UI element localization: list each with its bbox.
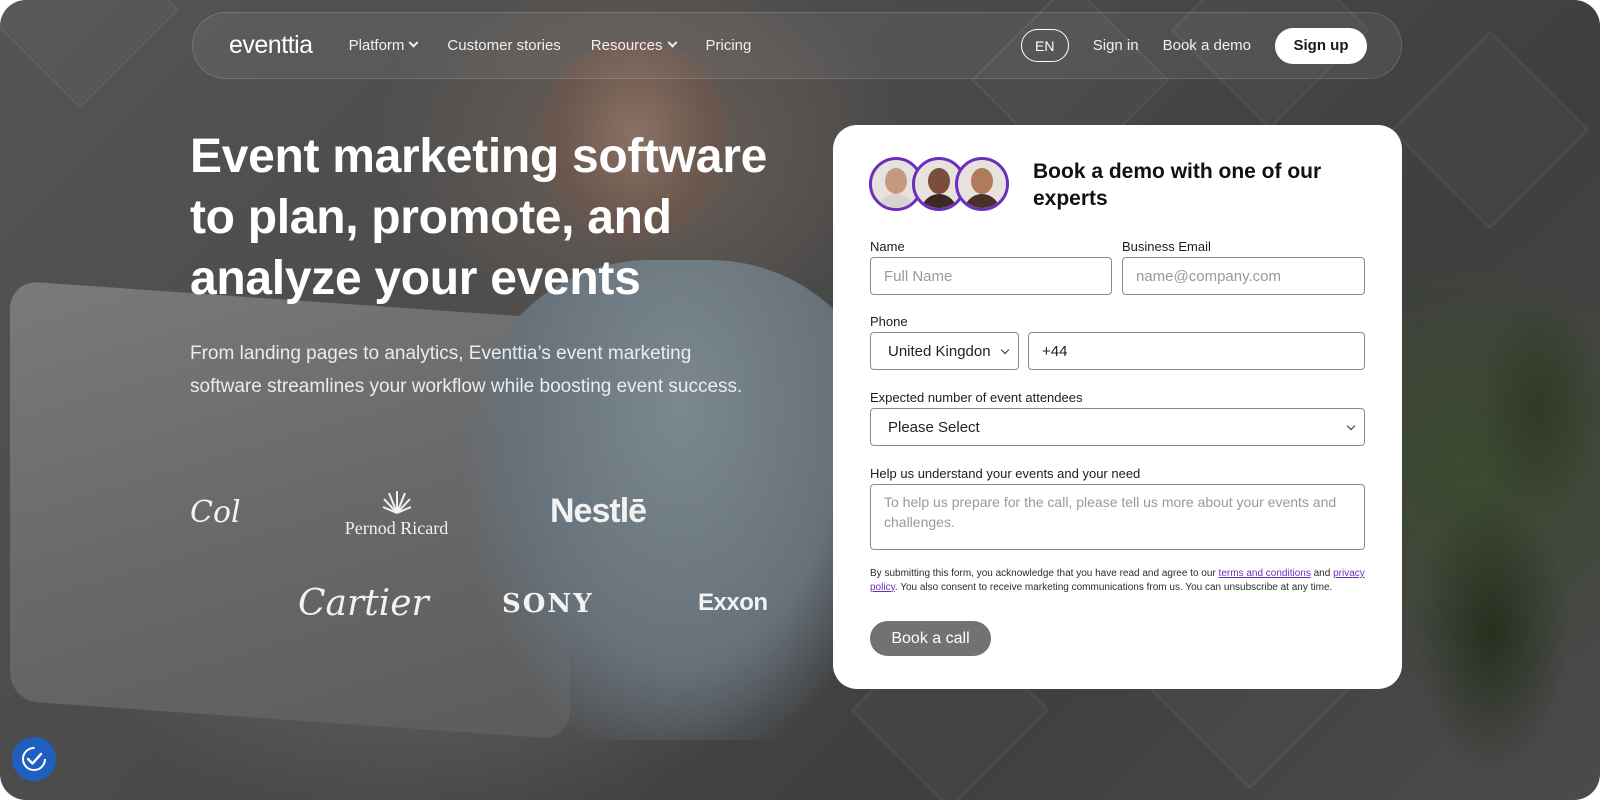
book-demo-link[interactable]: Book a demo — [1163, 37, 1251, 54]
nav-platform-label: Platform — [348, 37, 405, 54]
business-email-field[interactable] — [1122, 257, 1365, 295]
top-navigation: eventtia Platform Customer stories Resou… — [192, 12, 1402, 79]
avatar-body — [921, 194, 957, 208]
book-demo-form-card: Book a demo with one of our experts Name… — [833, 125, 1402, 689]
form-title: Book a demo with one of our experts — [1033, 160, 1322, 210]
phone-label: Phone — [870, 314, 908, 329]
nav-resources-label: Resources — [590, 37, 663, 54]
chevron-down-icon — [667, 37, 677, 48]
sign-in-link[interactable]: Sign in — [1093, 37, 1139, 54]
wall-tile — [1391, 31, 1589, 229]
avatar-body — [878, 194, 914, 208]
country-select-value: United Kingdon — [888, 342, 991, 360]
attendees-select-value: Please Select — [888, 418, 980, 436]
hero-title: Event marketing software to plan, promot… — [190, 130, 767, 305]
consent-prefix: By submitting this form, you acknowledge… — [870, 568, 1219, 579]
nestle-logo: Nestlē — [550, 492, 647, 530]
nav-actions: EN Sign in Book a demo Sign up — [1020, 27, 1367, 64]
book-call-button[interactable]: Book a call — [870, 621, 991, 656]
background-plant — [1400, 240, 1600, 800]
terms-link[interactable]: terms and conditions — [1219, 568, 1311, 579]
consent-and: and — [1310, 568, 1334, 579]
nav-pricing[interactable]: Pricing — [706, 37, 752, 54]
avatar-face — [885, 168, 907, 194]
sign-up-button[interactable]: Sign up — [1275, 27, 1367, 64]
background-person — [470, 260, 890, 740]
expert-avatars — [869, 157, 1009, 213]
exxon-logo: Exxon — [698, 589, 768, 616]
avatar-face — [928, 168, 950, 194]
consent-text: By submitting this form, you acknowledge… — [870, 567, 1370, 594]
eventtia-logo[interactable]: eventtia — [229, 31, 313, 60]
wall-tile — [0, 0, 179, 109]
avatar-body — [964, 194, 1000, 208]
avatar-face — [971, 168, 993, 194]
attendees-select[interactable]: Please Select — [870, 408, 1365, 446]
pernod-ricard-text: Pernod Ricard — [344, 518, 449, 538]
accessibility-widget-button[interactable] — [12, 737, 56, 781]
accessibility-check-icon — [22, 747, 46, 771]
chevron-down-icon — [408, 37, 419, 48]
needs-label: Help us understand your events and your … — [870, 466, 1141, 481]
language-selector[interactable]: EN — [1020, 29, 1069, 62]
business-email-label: Business Email — [1122, 239, 1211, 254]
needs-textarea[interactable] — [870, 484, 1365, 550]
name-label: Name — [870, 239, 905, 254]
nav-customer-stories-label: Customer stories — [447, 37, 561, 54]
phone-number-field[interactable]: +44 — [1028, 332, 1365, 370]
page-background: eventtia Platform Customer stories Resou… — [0, 0, 1600, 800]
nav-pricing-label: Pricing — [705, 37, 752, 54]
pernod-sun-icon — [382, 491, 411, 514]
nav-customer-stories[interactable]: Customer stories — [447, 37, 560, 54]
hero-subtitle: From landing pages to analytics, Eventti… — [190, 343, 743, 397]
cartier-logo: Cartier — [298, 583, 429, 624]
consent-suffix: . You also consent to receive marketing … — [894, 581, 1333, 593]
attendees-label: Expected number of event attendees — [870, 390, 1083, 405]
phone-number-value: +44 — [1042, 342, 1068, 360]
chevron-down-icon — [1000, 345, 1010, 355]
nav-platform[interactable]: Platform — [348, 37, 419, 54]
sony-logo: SONY — [502, 589, 594, 619]
pernod-ricard-logo: Pernod Ricard — [334, 487, 459, 539]
coca-cola-logo: Cola — [190, 495, 240, 530]
nav-resources[interactable]: Resources — [590, 37, 677, 54]
country-select[interactable]: United Kingdon — [870, 332, 1019, 370]
avatar — [955, 157, 1009, 211]
chevron-down-icon — [1346, 421, 1356, 431]
name-field[interactable] — [870, 257, 1112, 295]
